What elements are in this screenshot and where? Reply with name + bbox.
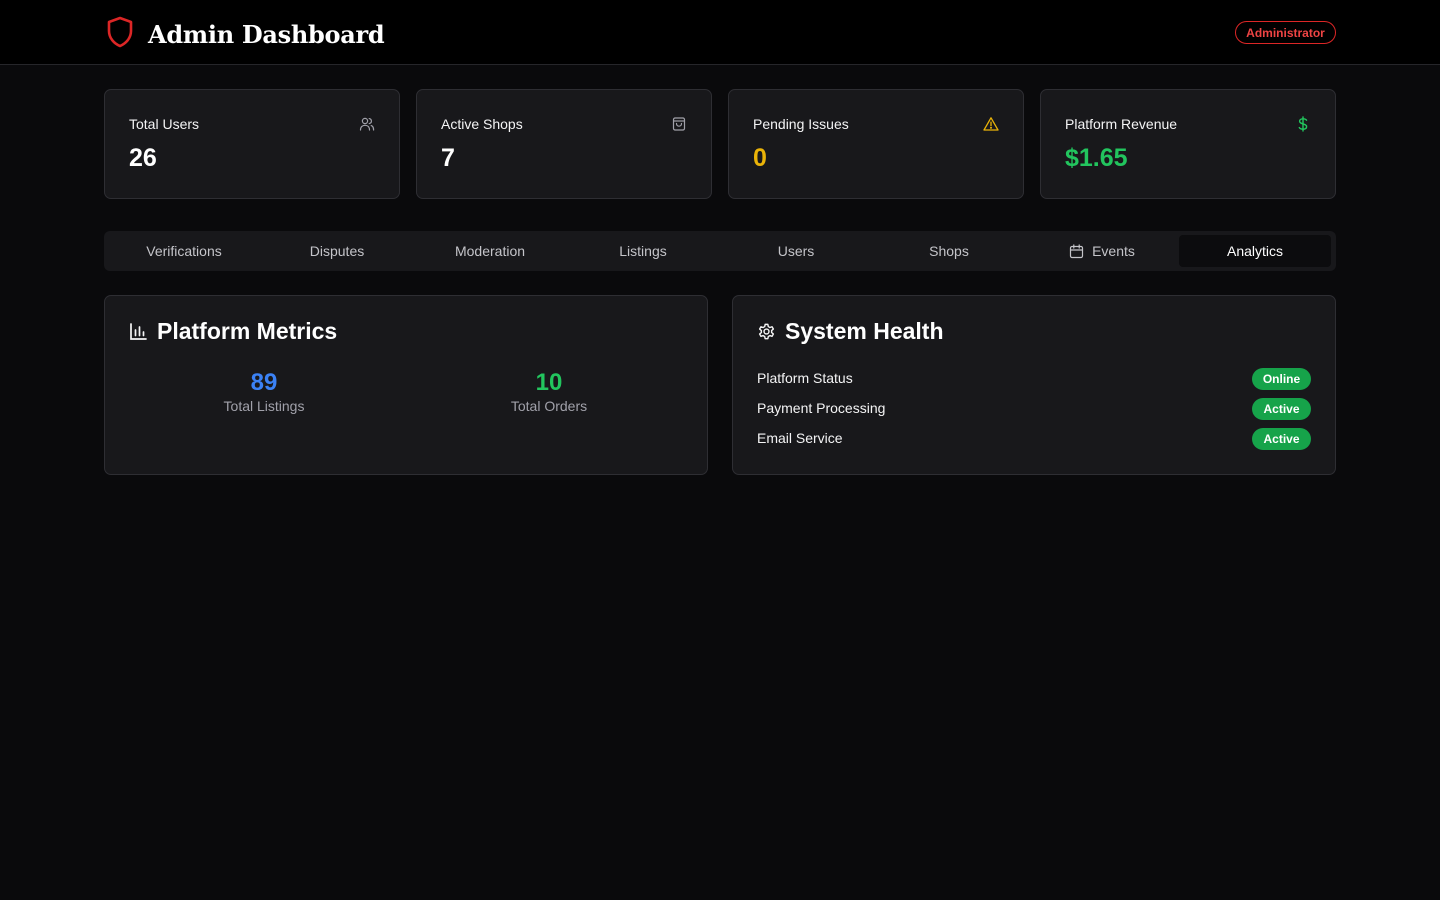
stat-value: 0 <box>753 144 767 172</box>
role-badge: Administrator <box>1235 21 1336 44</box>
metric-label: Total Orders <box>510 398 588 414</box>
status-badge: Active <box>1252 398 1311 420</box>
shopping-bag-icon <box>671 116 687 132</box>
stat-value: $1.65 <box>1065 144 1128 172</box>
alert-triangle-icon <box>983 116 999 132</box>
panel-title: Platform Metrics <box>157 318 338 344</box>
stat-value: 7 <box>441 144 455 172</box>
dollar-icon <box>1295 116 1311 132</box>
metric-total-listings: 89 Total Listings <box>164 368 364 414</box>
metric-value: 10 <box>535 369 563 396</box>
shield-icon <box>106 16 134 53</box>
calendar-icon <box>1069 243 1092 259</box>
tab-label: Shops <box>929 243 969 259</box>
top-header: Admin Dashboard Administrator <box>0 0 1440 65</box>
panel-header: Platform Metrics <box>129 318 337 345</box>
gear-icon <box>757 322 785 341</box>
health-row-platform-status: Platform Status Online <box>757 368 1311 390</box>
tab-shops[interactable]: Shops <box>873 235 1025 267</box>
stat-label: Platform Revenue <box>1065 116 1178 132</box>
stat-card-active-shops: Active Shops 7 <box>416 89 712 199</box>
tab-label: Disputes <box>309 243 365 259</box>
brand: Admin Dashboard <box>106 16 385 53</box>
status-badge: Active <box>1252 428 1311 450</box>
stat-value: 26 <box>129 144 157 172</box>
stat-card-platform-revenue: Platform Revenue $1.65 <box>1040 89 1336 199</box>
panel-title: System Health <box>785 318 944 344</box>
system-health-panel: System Health Platform Status Online Pay… <box>732 295 1336 475</box>
tab-disputes[interactable]: Disputes <box>261 235 413 267</box>
tab-moderation[interactable]: Moderation <box>414 235 566 267</box>
tab-label: Listings <box>619 243 667 259</box>
tab-events[interactable]: Events <box>1026 235 1178 267</box>
health-row-payment-processing: Payment Processing Active <box>757 398 1311 420</box>
stat-card-pending-issues: Pending Issues 0 <box>728 89 1024 199</box>
stat-card-total-users: Total Users 26 <box>104 89 400 199</box>
metric-total-orders: 10 Total Orders <box>449 368 649 414</box>
stat-label: Total Users <box>129 116 200 132</box>
users-icon <box>359 116 375 132</box>
page-title: Admin Dashboard <box>148 20 385 49</box>
health-label: Platform Status <box>757 370 853 386</box>
health-label: Email Service <box>757 430 843 446</box>
health-label: Payment Processing <box>757 400 886 416</box>
tab-label: Verifications <box>146 243 222 259</box>
tab-label: Events <box>1092 243 1135 259</box>
metric-value: 89 <box>250 369 278 396</box>
tab-users[interactable]: Users <box>720 235 872 267</box>
tab-verifications[interactable]: Verifications <box>108 235 260 267</box>
stat-label: Active Shops <box>441 116 523 132</box>
metric-label: Total Listings <box>223 398 305 414</box>
tab-listings[interactable]: Listings <box>567 235 719 267</box>
tab-label: Users <box>777 243 815 259</box>
tab-bar: Verifications Disputes Moderation Listin… <box>104 231 1336 271</box>
tab-analytics[interactable]: Analytics <box>1179 235 1331 267</box>
health-row-email-service: Email Service Active <box>757 428 1311 450</box>
panel-header: System Health <box>757 318 944 345</box>
status-badge: Online <box>1252 368 1311 390</box>
tab-label: Moderation <box>454 243 526 259</box>
tab-label: Analytics <box>1226 243 1284 259</box>
bar-chart-icon <box>129 322 157 341</box>
platform-metrics-panel: Platform Metrics 89 Total Listings 10 To… <box>104 295 708 475</box>
stat-label: Pending Issues <box>753 116 849 132</box>
